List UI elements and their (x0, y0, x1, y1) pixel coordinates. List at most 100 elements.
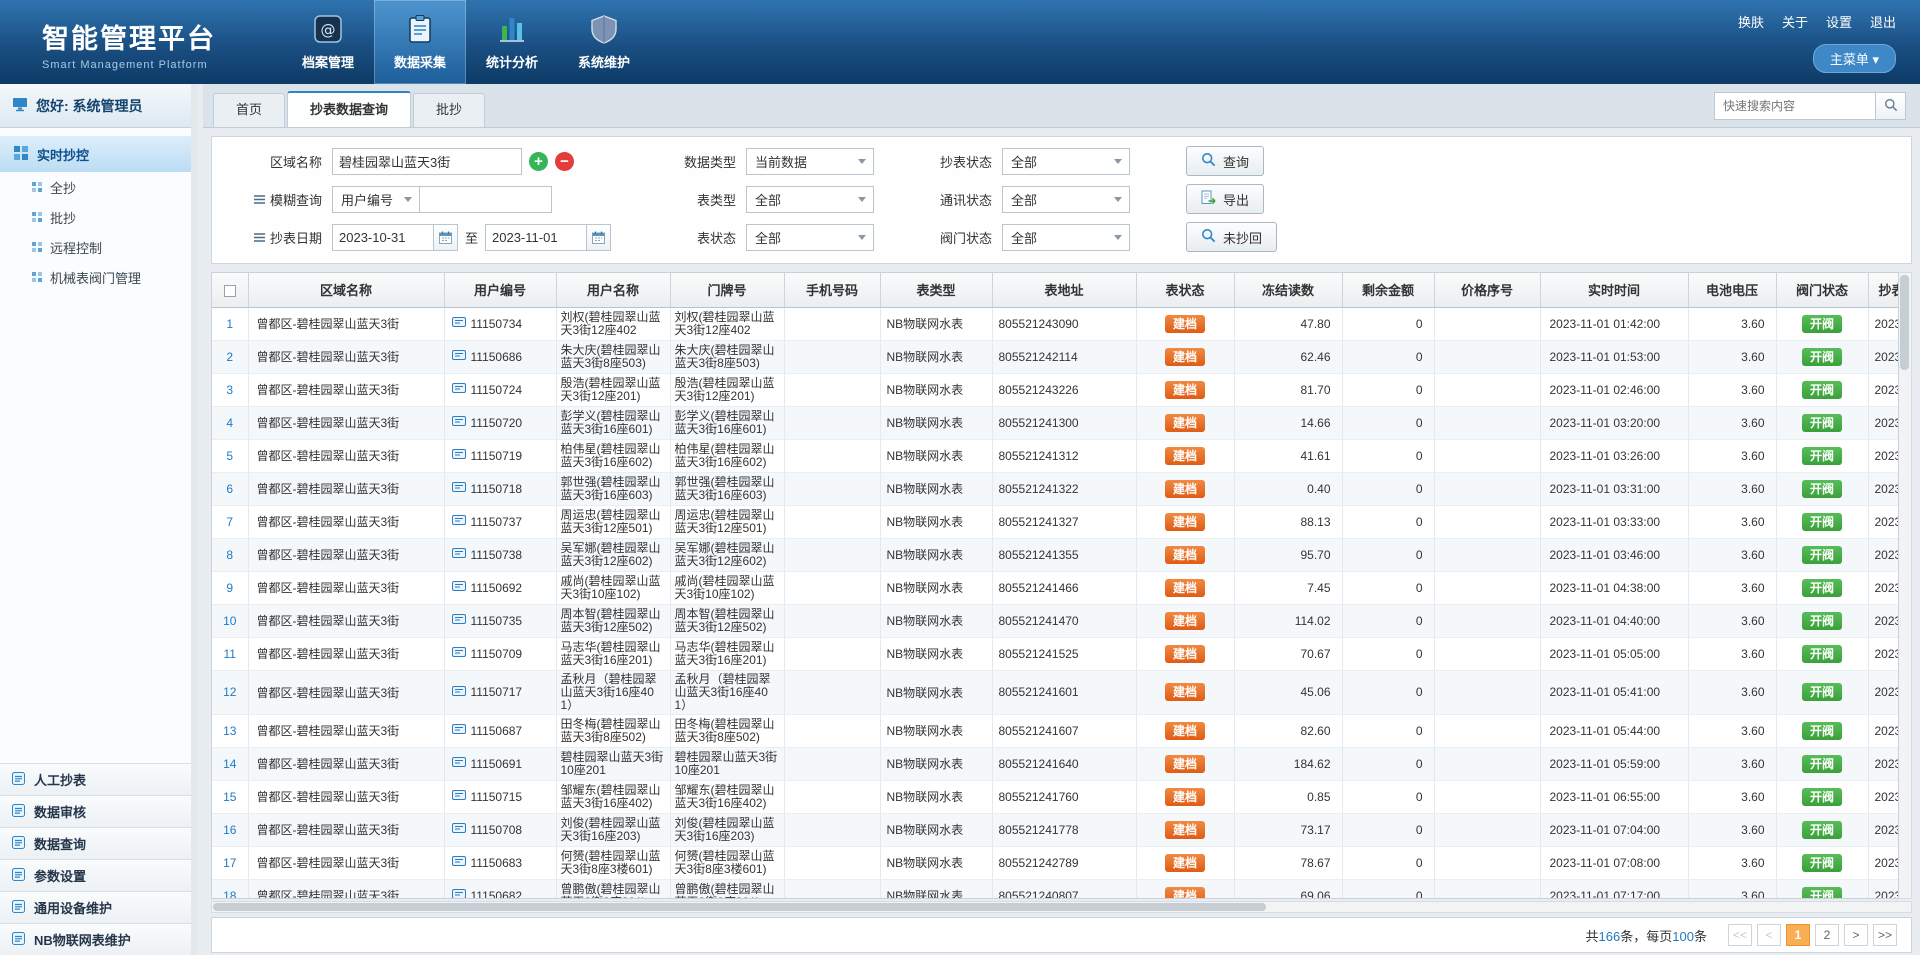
section-general-device-maintenance[interactable]: 通用设备维护 (0, 891, 191, 923)
settings-link[interactable]: 设置 (1826, 12, 1852, 31)
tab-batch-reading[interactable]: 批抄 (413, 93, 485, 127)
skin-link[interactable]: 换肤 (1738, 12, 1764, 31)
table-row[interactable]: 15 曾都区-碧桂园翠山蓝天3街 11150715 邹耀东(碧桂园翠山蓝天3街1… (212, 780, 1899, 813)
table-row[interactable]: 5 曾都区-碧桂园翠山蓝天3街 11150719 柏伟星(碧桂园翠山蓝天3街16… (212, 439, 1899, 472)
about-link[interactable]: 关于 (1782, 12, 1808, 31)
tab-meter-data-query[interactable]: 抄表数据查询 (287, 91, 411, 127)
table-row[interactable]: 16 曾都区-碧桂园翠山蓝天3街 11150708 刘俊(碧桂园翠山蓝天3街16… (212, 813, 1899, 846)
table-row[interactable]: 12 曾都区-碧桂园翠山蓝天3街 11150717 孟秋月（碧桂园翠山蓝天3街1… (212, 670, 1899, 714)
column-header-11[interactable]: 实时时间 (1540, 273, 1688, 307)
status-badge: 建档 (1165, 513, 1205, 531)
table-row[interactable]: 14 曾都区-碧桂园翠山蓝天3街 11150691 碧桂园翠山蓝天3街10座20… (212, 747, 1899, 780)
table-row[interactable]: 11 曾都区-碧桂园翠山蓝天3街 11150709 马志华(碧桂园翠山蓝天3街1… (212, 637, 1899, 670)
calendar-icon[interactable] (587, 224, 611, 251)
unread-button[interactable]: 未抄回 (1186, 222, 1277, 252)
sidebar-item-full-reading[interactable]: 全抄 (0, 172, 191, 202)
nav-data-collection[interactable]: 数据采集 (374, 0, 466, 84)
table-row[interactable]: 1 曾都区-碧桂园翠山蓝天3街 11150734 刘权(碧桂园翠山蓝天3街12座… (212, 307, 1899, 340)
page-prev-button[interactable]: < (1757, 924, 1781, 946)
page-next-button[interactable]: > (1844, 924, 1868, 946)
valve-status-select[interactable]: 全部 (1002, 224, 1130, 251)
cell-user-number: 11150734 (444, 307, 556, 340)
table-row[interactable]: 3 曾都区-碧桂园翠山蓝天3街 11150724 殷浩(碧桂园翠山蓝天3街12座… (212, 373, 1899, 406)
logout-link[interactable]: 退出 (1870, 12, 1896, 31)
sidebar-item-realtime-reading[interactable]: 实时抄控 (0, 136, 191, 172)
horizontal-scrollbar[interactable] (211, 901, 1912, 913)
meter-status-select[interactable]: 全部 (746, 224, 874, 251)
search-button[interactable] (1876, 92, 1906, 120)
page-first-button[interactable]: << (1728, 924, 1752, 946)
quick-search-input[interactable] (1714, 92, 1876, 120)
table-row[interactable]: 10 曾都区-碧桂园翠山蓝天3街 11150735 周本智(碧桂园翠山蓝天3街1… (212, 604, 1899, 637)
table-row[interactable]: 17 曾都区-碧桂园翠山蓝天3街 11150683 何赟(碧桂园翠山蓝天3街8座… (212, 846, 1899, 879)
column-header-12[interactable]: 电池电压 (1688, 273, 1776, 307)
nav-archive-management[interactable]: @ 档案管理 (282, 0, 374, 84)
nav-system-maintenance[interactable]: 系统维护 (558, 0, 650, 84)
table-row[interactable]: 6 曾都区-碧桂园翠山蓝天3街 11150718 郭世强(碧桂园翠山蓝天3街16… (212, 472, 1899, 505)
user-number-text: 11150682 (471, 889, 523, 900)
table-row[interactable]: 4 曾都区-碧桂园翠山蓝天3街 11150720 彭学义(碧桂园翠山蓝天3街16… (212, 406, 1899, 439)
column-header-0[interactable]: 区域名称 (248, 273, 444, 307)
vertical-scrollbar[interactable] (1899, 272, 1912, 899)
date-from-input[interactable] (332, 224, 434, 251)
vertical-scrollbar-thumb[interactable] (1900, 275, 1909, 370)
calendar-icon[interactable] (434, 224, 458, 251)
table-row[interactable]: 13 曾都区-碧桂园翠山蓝天3街 11150687 田冬梅(碧桂园翠山蓝天3街8… (212, 714, 1899, 747)
column-header-4[interactable]: 手机号码 (784, 273, 880, 307)
column-header-5[interactable]: 表类型 (880, 273, 992, 307)
table-row[interactable]: 9 曾都区-碧桂园翠山蓝天3街 11150692 戚尚(碧桂园翠山蓝天3街10座… (212, 571, 1899, 604)
column-header-9[interactable]: 剩余金额 (1342, 273, 1434, 307)
query-button[interactable]: 查询 (1186, 146, 1264, 176)
tab-home[interactable]: 首页 (213, 93, 285, 127)
section-manual-reading[interactable]: 人工抄表 (0, 763, 191, 795)
cell-phone-number (784, 538, 880, 571)
page-1-button[interactable]: 1 (1786, 924, 1810, 946)
column-header-3[interactable]: 门牌号 (670, 273, 784, 307)
data-type-select[interactable]: 当前数据 (746, 148, 874, 175)
add-area-button[interactable]: + (529, 152, 548, 171)
table-row[interactable]: 7 曾都区-碧桂园翠山蓝天3街 11150737 周运忠(碧桂园翠山蓝天3街12… (212, 505, 1899, 538)
date-to-input[interactable] (485, 224, 587, 251)
column-header-14[interactable]: 抄表时间 (1868, 273, 1899, 307)
cell-door-number: 柏伟星(碧桂园翠山蓝天3街16座602) (670, 439, 784, 472)
fuzzy-field-select[interactable]: 用户编号 (332, 186, 420, 213)
table-row[interactable]: 2 曾都区-碧桂园翠山蓝天3街 11150686 朱大庆(碧桂园翠山蓝天3街8座… (212, 340, 1899, 373)
search-icon (1201, 152, 1216, 170)
cell-meter-status: 建档 (1136, 439, 1234, 472)
section-data-audit[interactable]: 数据审核 (0, 795, 191, 827)
comm-status-select[interactable]: 全部 (1002, 186, 1130, 213)
section-parameter-settings[interactable]: 参数设置 (0, 859, 191, 891)
column-header-1[interactable]: 用户编号 (444, 273, 556, 307)
search-icon (1201, 228, 1216, 246)
main-menu-button[interactable]: 主菜单 ▾ (1813, 44, 1896, 73)
sidebar-item-remote-control[interactable]: 远程控制 (0, 232, 191, 262)
remove-area-button[interactable]: − (555, 152, 574, 171)
meter-type-select[interactable]: 全部 (746, 186, 874, 213)
cell-price-number (1434, 846, 1540, 879)
column-header-13[interactable]: 阀门状态 (1776, 273, 1868, 307)
fuzzy-query-input[interactable] (420, 186, 552, 213)
sidebar-item-batch-reading[interactable]: 批抄 (0, 202, 191, 232)
column-header-8[interactable]: 冻结读数 (1234, 273, 1342, 307)
read-status-select[interactable]: 全部 (1002, 148, 1130, 175)
sidebar-item-mechanical-valve-management[interactable]: 机械表阀门管理 (0, 262, 191, 292)
area-name-input[interactable] (332, 148, 522, 175)
column-header-10[interactable]: 价格序号 (1434, 273, 1540, 307)
column-header-6[interactable]: 表地址 (992, 273, 1136, 307)
column-header-2[interactable]: 用户名称 (556, 273, 670, 307)
app-root: 智能管理平台 Smart Management Platform @ 档案管理 … (0, 0, 1920, 955)
section-data-query[interactable]: 数据查询 (0, 827, 191, 859)
page-2-button[interactable]: 2 (1815, 924, 1839, 946)
export-button[interactable]: 导出 (1186, 184, 1264, 214)
horizontal-scrollbar-thumb[interactable] (213, 903, 1266, 911)
nav-statistics[interactable]: 统计分析 (466, 0, 558, 84)
cell-door-number: 刘俊(碧桂园翠山蓝天3街16座203) (670, 813, 784, 846)
page-last-button[interactable]: >> (1873, 924, 1897, 946)
table-row[interactable]: 18 曾都区-碧桂园翠山蓝天3街 11150682 曾鹏傲(碧桂园翠山蓝天3街8… (212, 879, 1899, 899)
table-row[interactable]: 8 曾都区-碧桂园翠山蓝天3街 11150738 吴军娜(碧桂园翠山蓝天3街12… (212, 538, 1899, 571)
column-header-7[interactable]: 表状态 (1136, 273, 1234, 307)
nav-label: 档案管理 (302, 52, 354, 71)
section-nb-iot-meter-maintenance[interactable]: NB物联网表维护 (0, 923, 191, 955)
select-all-checkbox[interactable] (212, 273, 248, 307)
grid-small-icon (32, 270, 42, 285)
